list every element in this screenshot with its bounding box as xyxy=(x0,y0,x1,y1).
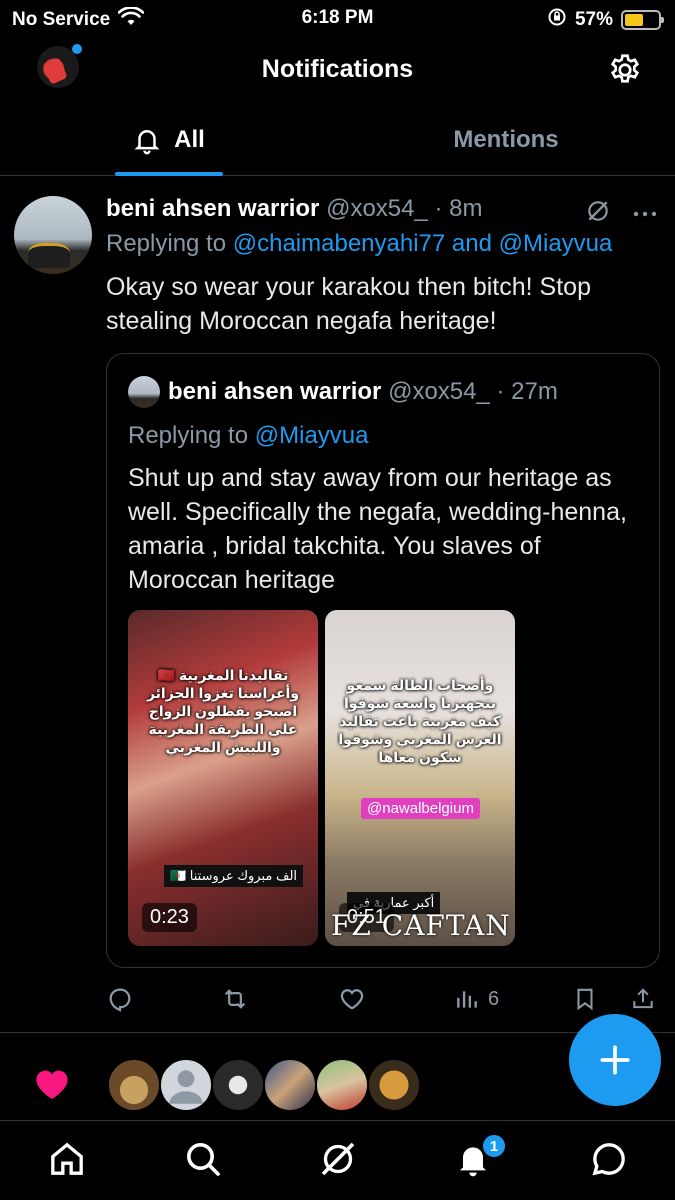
bookmark-icon xyxy=(577,988,593,1011)
status-bar: No Service 6:18 PM 57% xyxy=(0,0,675,36)
view-count: 6 xyxy=(488,987,500,1010)
video-caption: تقاليدنا المغربية 🇲🇦 وأعراسنا تغزوا الجز… xyxy=(146,667,300,755)
tweet-time: · 8m xyxy=(434,195,483,222)
search-icon xyxy=(187,1143,220,1176)
battery-fill xyxy=(625,14,644,26)
quote-author-handle: @xox54_ xyxy=(388,378,490,405)
liker-avatar[interactable] xyxy=(211,1058,265,1112)
video-duration: 0:23 xyxy=(142,903,197,932)
video-tag: @nawalbelgium xyxy=(361,798,480,819)
grok-icon xyxy=(321,1142,355,1176)
views-button[interactable]: 6 xyxy=(454,984,499,1014)
mention-link[interactable]: @chaimabenyahi77 xyxy=(233,230,446,257)
liker-avatar[interactable] xyxy=(263,1058,317,1112)
unread-dot xyxy=(72,44,82,54)
views-chart-icon xyxy=(457,991,477,1008)
replying-to-line: Replying to @chaimabenyahi77 and @Miayvu… xyxy=(106,230,612,258)
quote-replying-to: Replying to @Miayvua xyxy=(128,422,368,450)
quote-header: beni ahsen warrior @xox54_ · 27m xyxy=(168,378,558,406)
liker-avatar[interactable] xyxy=(315,1058,369,1112)
battery-icon xyxy=(621,10,664,30)
notification-tabs: All Mentions xyxy=(0,104,675,176)
top-bar: Notifications xyxy=(0,38,675,102)
liker-avatar[interactable] xyxy=(107,1058,161,1112)
share-icon xyxy=(633,988,653,1009)
tweet-actions: 6 xyxy=(106,984,666,1014)
nav-home[interactable] xyxy=(47,1139,87,1179)
home-icon xyxy=(51,1142,83,1175)
tweet-header: beni ahsen warrior @xox54_ · 8m xyxy=(106,195,483,223)
nav-messages[interactable] xyxy=(589,1139,629,1179)
video-watermark: FZ CAFTAN xyxy=(331,909,511,942)
mention-link[interactable]: @Miayvua xyxy=(255,422,369,449)
author-name[interactable]: beni ahsen warrior xyxy=(106,195,319,222)
author-handle[interactable]: @xox54_ xyxy=(326,195,428,222)
nav-grok[interactable] xyxy=(318,1139,358,1179)
settings-gear-icon[interactable] xyxy=(607,52,643,88)
liker-avatar[interactable] xyxy=(367,1058,421,1112)
quote-time: · 27m xyxy=(496,378,558,405)
notification-badge: 1 xyxy=(481,1133,507,1159)
page-title: Notifications xyxy=(261,55,414,83)
heart-filled-icon xyxy=(36,1070,68,1099)
heart-outline-icon xyxy=(340,989,364,1010)
author-avatar[interactable] xyxy=(14,196,92,274)
video-stamp: الف مبروك عروستنا 🇩🇿 xyxy=(164,865,304,887)
tab-mentions-label: Mentions xyxy=(453,126,559,153)
video-thumbnail[interactable]: وأصحاب الطالة سمعو بتجهيزنا واسعة شوفوا … xyxy=(325,610,515,946)
bookmark-button[interactable] xyxy=(572,984,598,1014)
and-text: and xyxy=(451,230,492,257)
share-button[interactable] xyxy=(630,984,656,1014)
replying-prefix: Replying to xyxy=(106,230,227,257)
tab-all[interactable]: All xyxy=(0,104,337,176)
tweet-text: Okay so wear your karakou then bitch! St… xyxy=(106,273,591,335)
quote-author-name: beni ahsen warrior xyxy=(168,378,382,405)
replying-prefix: Replying to xyxy=(128,422,249,449)
reply-icon xyxy=(109,988,131,1012)
video-thumbnail[interactable]: تقاليدنا المغربية 🇲🇦 وأعراسنا تغزوا الجز… xyxy=(128,610,318,946)
tab-all-label: All xyxy=(174,126,205,153)
nav-search[interactable] xyxy=(183,1139,223,1179)
messages-icon xyxy=(592,1143,625,1176)
retweet-button[interactable] xyxy=(220,984,250,1014)
active-tab-indicator xyxy=(115,172,223,176)
compose-button[interactable] xyxy=(569,1014,661,1106)
reply-button[interactable] xyxy=(106,984,134,1014)
notification-tweet[interactable]: beni ahsen warrior @xox54_ · 8m Replying… xyxy=(0,178,675,1033)
bottom-navigation: 1 xyxy=(0,1120,675,1200)
quote-text: Shut up and stay away from our heritage … xyxy=(128,464,627,594)
retweet-icon xyxy=(224,989,246,1009)
quote-author-avatar xyxy=(128,376,160,408)
quoted-tweet[interactable]: beni ahsen warrior @xox54_ · 27m Replyin… xyxy=(106,353,660,968)
like-button[interactable] xyxy=(338,984,366,1014)
orientation-lock-icon xyxy=(547,7,567,33)
plus-icon xyxy=(600,1045,630,1075)
battery-percent: 57% xyxy=(574,9,613,30)
grok-icon[interactable] xyxy=(585,198,611,229)
mention-link[interactable]: @Miayvua xyxy=(499,230,613,257)
bell-icon xyxy=(134,130,160,155)
video-caption: وأصحاب الطالة سمعو بتجهيزنا واسعة شوفوا … xyxy=(338,677,502,765)
more-options-icon[interactable] xyxy=(633,205,657,223)
default-user-icon xyxy=(169,1070,203,1104)
tab-mentions[interactable]: Mentions xyxy=(337,104,675,176)
liker-avatar-default[interactable] xyxy=(159,1058,213,1112)
